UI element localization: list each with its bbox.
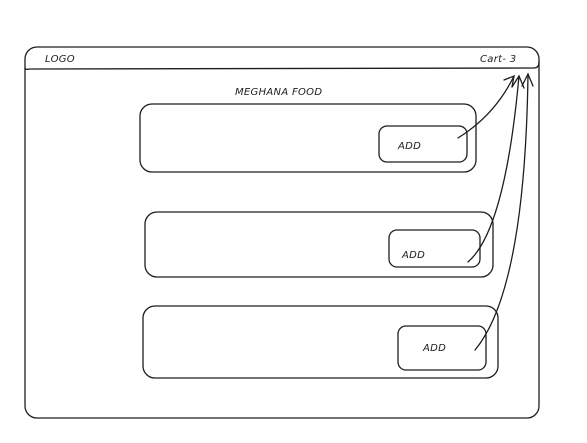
wireframe-sketch — [24, 46, 540, 419]
food-card-3 — [142, 305, 499, 379]
add-button-3[interactable]: ADD — [423, 343, 446, 354]
logo[interactable]: LOGO — [45, 54, 75, 65]
add-button-1[interactable]: ADD — [398, 141, 421, 152]
header-bar — [24, 61, 540, 70]
cart-link[interactable]: Cart- 3 — [480, 54, 516, 65]
add-button-1-outline — [378, 125, 468, 163]
page-frame — [24, 46, 540, 419]
page-title: MEGHANA FOOD — [235, 87, 323, 98]
add-button-2[interactable]: ADD — [402, 250, 425, 261]
add-button-2-outline — [388, 229, 481, 268]
